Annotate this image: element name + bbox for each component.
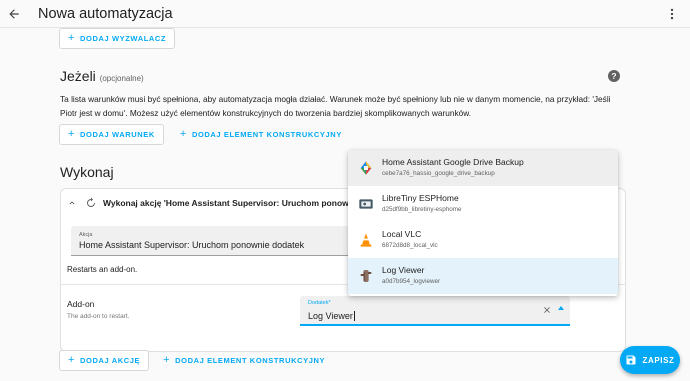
plus-icon: + xyxy=(163,354,171,366)
arrow-left-icon xyxy=(9,8,19,19)
help-icon[interactable]: ? xyxy=(608,70,620,82)
option-name: LibreTiny ESPHome xyxy=(382,193,459,203)
add-action-label: DODAJ AKCJĘ xyxy=(80,356,141,365)
action-description: Restarts an add-on. xyxy=(67,265,138,274)
plus-icon: + xyxy=(179,128,187,140)
vlc-cone-icon xyxy=(360,233,372,247)
save-button[interactable]: ZAPISZ xyxy=(620,346,680,374)
plus-icon: + xyxy=(68,354,76,366)
google-drive-icon xyxy=(360,161,372,175)
option-name: Local VLC xyxy=(382,229,422,239)
save-label: ZAPISZ xyxy=(642,355,675,365)
more-menu-button[interactable] xyxy=(664,6,680,22)
page-title: Nowa automatyzacja xyxy=(38,5,173,22)
esphome-board-icon xyxy=(359,199,373,209)
option-slug: d25df9bb_libretiny-esphome xyxy=(382,206,462,213)
add-action-block-label: DODAJ ELEMENT KONSTRUKCYJNY xyxy=(175,356,326,365)
close-icon[interactable] xyxy=(542,305,552,315)
option-name: Log Viewer xyxy=(382,265,425,275)
actions-buttons: + DODAJ AKCJĘ + DODAJ ELEMENT KONSTRUKCY… xyxy=(59,350,325,371)
action-select-field[interactable]: Akcja Home Assistant Supervisor: Uruchom… xyxy=(71,226,351,256)
conditions-description: Ta lista warunków musi być spełniona, ab… xyxy=(60,94,611,118)
add-trigger-label: DODAJ WYZWALACZ xyxy=(80,34,167,43)
option-name: Home Assistant Google Drive Backup xyxy=(382,157,524,167)
add-condition-block-button[interactable]: + DODAJ ELEMENT KONSTRUKCYJNY xyxy=(180,129,342,140)
add-condition-label: DODAJ WARUNEK xyxy=(80,130,155,139)
add-trigger-button[interactable]: + DODAJ WYZWALACZ xyxy=(59,28,176,49)
add-condition-block-label: DODAJ ELEMENT KONSTRUKCYJNY xyxy=(191,130,342,139)
dropdown-option[interactable]: LibreTiny ESPHome d25df9bb_libretiny-esp… xyxy=(348,186,618,222)
action-field-value: Home Assistant Supervisor: Uruchom ponow… xyxy=(79,240,305,250)
dropdown-option[interactable]: Log Viewer a0d7b954_logviewer xyxy=(348,258,618,294)
plus-icon: + xyxy=(68,128,76,140)
addon-dropdown-list: Home Assistant Google Drive Backup cebe7… xyxy=(348,150,618,296)
addon-description: The add-on to restart. xyxy=(67,313,130,320)
dropdown-option[interactable]: Home Assistant Google Drive Backup cebe7… xyxy=(348,150,618,186)
add-action-block-button[interactable]: + DODAJ ELEMENT KONSTRUKCYJNY xyxy=(163,355,325,366)
add-action-button[interactable]: + DODAJ AKCJĘ xyxy=(59,350,150,371)
addon-label: Add-on xyxy=(67,299,95,309)
conditions-optional-text: (opcjonalne) xyxy=(99,74,144,83)
log-viewer-icon xyxy=(360,270,372,282)
option-slug: cebe7a76_hassio_google_drive_backup xyxy=(382,170,495,177)
action-field-label: Akcja xyxy=(79,232,93,238)
chevron-up-icon[interactable] xyxy=(558,306,564,310)
conditions-title: Jeżeli (opcjonalne) xyxy=(60,68,144,84)
option-slug: a0d7b954_logviewer xyxy=(382,278,441,285)
conditions-title-text: Jeżeli xyxy=(60,68,96,84)
restart-icon xyxy=(87,197,95,207)
conditions-buttons: + DODAJ WARUNEK + DODAJ ELEMENT KONSTRUK… xyxy=(59,124,342,145)
floppy-disk-icon xyxy=(626,355,636,365)
add-condition-button[interactable]: + DODAJ WARUNEK xyxy=(59,124,164,145)
addon-combobox-label: Dodatek* xyxy=(308,300,331,306)
addon-combobox[interactable]: Dodatek* Log Viewer xyxy=(300,296,570,326)
addon-combobox-value[interactable]: Log Viewer xyxy=(308,311,355,321)
chevron-up-icon[interactable] xyxy=(67,198,77,208)
back-button[interactable] xyxy=(0,0,28,28)
app-toolbar: Nowa automatyzacja xyxy=(0,0,690,28)
actions-title: Wykonaj xyxy=(60,164,114,180)
option-slug: 6872d8d8_local_vlc xyxy=(382,242,438,249)
plus-icon: + xyxy=(68,32,76,44)
dots-vertical-icon xyxy=(670,8,674,20)
dropdown-option[interactable]: Local VLC 6872d8d8_local_vlc xyxy=(348,222,618,258)
